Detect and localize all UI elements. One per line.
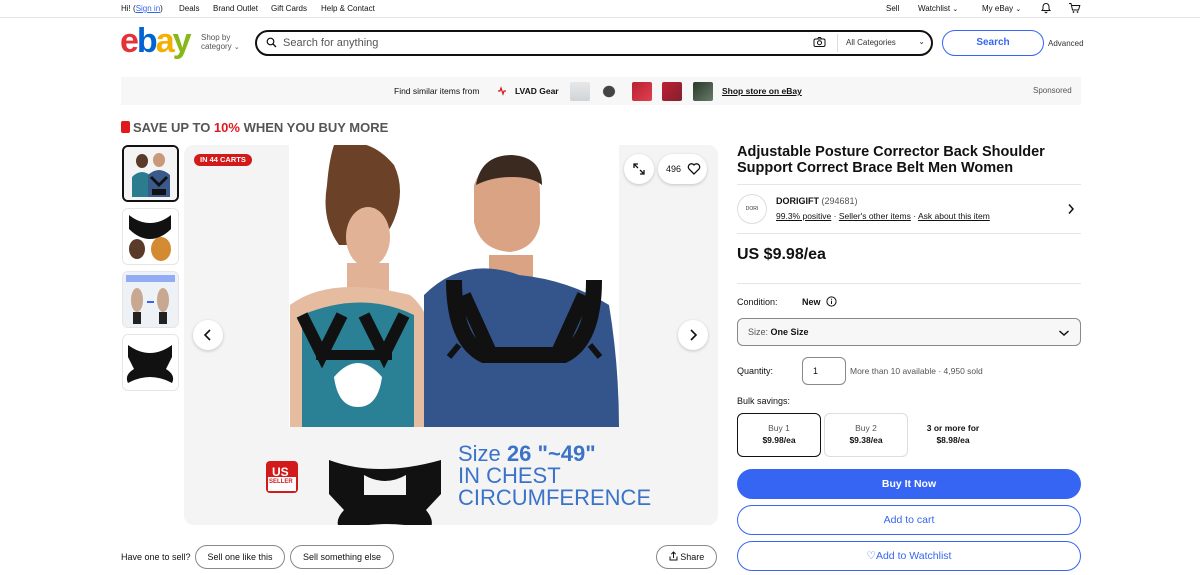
product-thumbnail[interactable] [693,82,713,101]
divider [737,184,1081,185]
item-price: US $9.98/ea [737,246,826,263]
ask-about-item-link[interactable]: Ask about this item [918,211,990,221]
positive-feedback-link[interactable]: 99.3% positive [776,211,831,221]
product-thumbnail[interactable] [632,82,652,101]
product-thumbnail[interactable] [662,82,682,101]
seller-feedback-score: (294681) [821,196,858,206]
watch-count-button[interactable]: 496 [658,154,707,184]
gallery-thumbnail-2[interactable] [122,208,179,265]
top-nav: Hi! (Sign in) Deals Brand Outlet Gift Ca… [0,0,1200,18]
add-to-cart-button[interactable]: Add to cart [737,505,1081,535]
find-similar-text: Find similar items from [394,86,480,96]
share-button[interactable]: Share [656,545,717,569]
sell-link[interactable]: Sell [886,4,899,13]
seller-other-items-link[interactable]: Seller's other items [839,211,911,221]
divider [737,233,1081,234]
divider [737,283,1081,284]
condition-value: New [802,297,821,307]
cart-icon[interactable] [1068,2,1081,16]
chevron-down-icon: ⌄ [1015,6,1022,13]
chevron-down-icon: ⌄ [233,44,240,51]
info-icon[interactable] [826,296,837,307]
quantity-label: Quantity: [737,366,774,376]
gallery-thumbnail-4[interactable] [122,334,179,391]
bulk-option-2[interactable]: Buy 2 $9.38/ea [824,413,908,457]
search-button[interactable]: Search [942,30,1044,56]
add-to-watchlist-button[interactable]: ♡Add to Watchlist [737,541,1081,571]
search-icon [266,37,277,51]
ebay-logo[interactable]: ebay [120,24,192,58]
store-name[interactable]: LVAD Gear [515,86,559,96]
buy-it-now-button[interactable]: Buy It Now [737,469,1081,499]
sell-one-like-this-button[interactable]: Sell one like this [195,545,285,569]
help-contact-link[interactable]: Help & Contact [321,4,375,13]
sell-something-else-button[interactable]: Sell something else [290,545,394,569]
share-icon [669,551,678,561]
chevron-left-icon [203,329,211,341]
chevron-right-icon [690,329,698,341]
in-carts-badge: IN 44 CARTS [194,154,252,166]
availability-text: More than 10 available · 4,950 sold [850,366,983,376]
gift-cards-link[interactable]: Gift Cards [271,4,307,13]
sign-in-link[interactable]: Sign in [136,4,160,13]
product-thumbnail[interactable] [570,82,590,101]
gallery-thumbnail-1[interactable] [122,145,179,202]
chevron-down-icon: ⌄ [918,37,925,46]
my-ebay-menu[interactable]: My eBay ⌄ [982,4,1021,13]
greeting: Hi! (Sign in) [121,4,163,13]
product-thumbnail[interactable] [599,82,619,101]
quantity-input[interactable]: 1 [802,357,846,385]
have-one-to-sell-text: Have one to sell? [121,552,191,562]
search-bar: All Categories⌄ [255,30,933,56]
watchlist-menu[interactable]: Watchlist ⌄ [918,4,958,13]
seller-name[interactable]: DORIGIFT [776,196,819,206]
main-product-image[interactable]: US SELLER Size 26 "~49" IN CHEST CIRCUMF… [184,145,718,525]
notification-bell-icon[interactable] [1040,2,1052,16]
chevron-down-icon: ⌄ [952,6,959,13]
deals-link[interactable]: Deals [179,4,199,13]
gallery-thumbnail-3[interactable] [122,271,179,328]
sponsored-label: Sponsored [1033,86,1072,95]
size-select[interactable]: Size: One Size [737,318,1081,346]
heart-icon [687,163,701,175]
size-caption: Size 26 "~49" IN CHEST CIRCUMFERENCE [458,441,652,510]
chevron-down-icon [1059,330,1069,337]
tag-icon [121,121,130,133]
heart-icon: ♡ [866,550,876,562]
seller-links: 99.3% positive · Seller's other items · … [776,211,990,221]
store-logo-icon [496,85,508,100]
sponsored-banner[interactable]: Find similar items from LVAD Gear Shop s… [121,77,1081,105]
chevron-right-icon[interactable] [1066,203,1076,215]
brand-outlet-link[interactable]: Brand Outlet [213,4,258,13]
camera-icon[interactable] [813,36,826,51]
search-input[interactable] [283,35,803,51]
advanced-search-link[interactable]: Advanced [1048,39,1084,48]
volume-discount-banner: SAVE UP TO 10% WHEN YOU BUY MORE [121,120,388,135]
condition-label: Condition: [737,297,778,307]
seller-name-line: DORIGIFT (294681) [776,196,858,206]
expand-icon [633,163,645,175]
seller-avatar[interactable]: DORI [737,194,767,224]
next-image-button[interactable] [678,320,708,350]
bulk-option-3[interactable]: 3 or more for $8.98/ea [911,413,995,457]
category-select[interactable]: All Categories ⌄ [837,34,931,52]
shop-store-link[interactable]: Shop store on eBay [722,86,802,96]
item-title: Adjustable Posture Corrector Back Should… [737,144,1045,176]
expand-image-button[interactable] [624,154,654,184]
bulk-savings-label: Bulk savings: [737,396,791,406]
previous-image-button[interactable] [193,320,223,350]
bulk-option-1[interactable]: Buy 1 $9.98/ea [737,413,821,457]
shop-by-category-button[interactable]: Shop by category ⌄ [201,33,240,52]
